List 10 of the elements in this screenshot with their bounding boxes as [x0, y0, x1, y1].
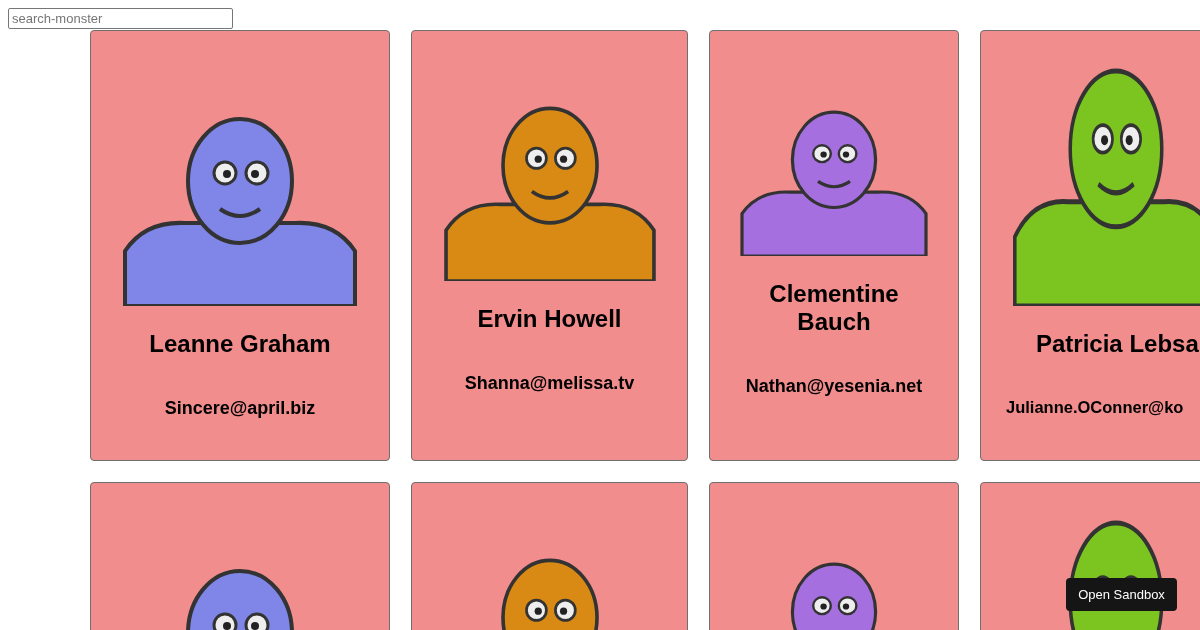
- monster-name: Clementine Bauch: [768, 280, 900, 336]
- search-field[interactable]: search-monster: [8, 8, 233, 29]
- monster-name: Patricia Lebsa: [1035, 330, 1199, 358]
- monster-email: Sincere@april.biz: [164, 398, 316, 419]
- monster-name: Leanne Graham: [148, 330, 332, 358]
- monster-email: Julianne.OConner@ko: [1006, 398, 1184, 417]
- monster-name: Ervin Howell: [476, 305, 623, 333]
- monster-email: Nathan@yesenia.net: [745, 376, 923, 397]
- open-sandbox-button[interactable]: Open Sandbox: [1066, 578, 1177, 611]
- monster-email: Shanna@melissa.tv: [464, 373, 635, 394]
